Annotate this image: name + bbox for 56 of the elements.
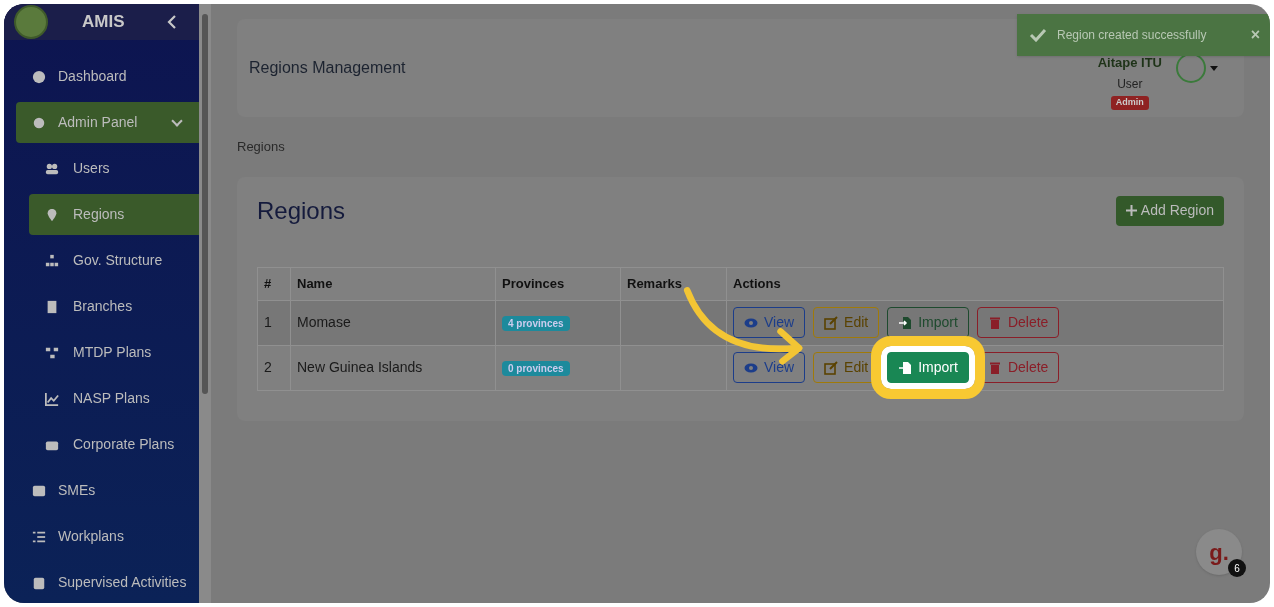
- table-cell: 1: [257, 300, 291, 345]
- role-badge: Admin: [1110, 96, 1149, 110]
- trash-icon: [987, 360, 1002, 375]
- sidebar-item[interactable]: Branches: [29, 286, 199, 327]
- table-cell: 2: [257, 345, 291, 390]
- view-button[interactable]: View: [733, 352, 806, 383]
- column-header: Actions: [726, 267, 1224, 300]
- caret-icon[interactable]: [1210, 65, 1218, 71]
- sidebar-item[interactable]: Admin Panel: [16, 102, 199, 143]
- card-title: Regions: [257, 195, 346, 226]
- page-title: Regions Management: [249, 58, 406, 78]
- sidebar-item[interactable]: Supervised Activities: [16, 562, 199, 603]
- toast-message: Region created successfully: [1057, 27, 1207, 44]
- list-icon: [32, 529, 46, 544]
- diagram-icon: [45, 345, 59, 360]
- view-button[interactable]: View: [733, 307, 806, 338]
- user-name: Aitape ITU: [1097, 53, 1162, 72]
- pencil-icon: [824, 360, 839, 375]
- sidebar-item[interactable]: SMEs: [16, 470, 199, 511]
- sidebar-item[interactable]: Regions: [29, 194, 199, 235]
- sidebar-item[interactable]: Users: [29, 148, 199, 189]
- brand-name: AMIS: [82, 11, 125, 34]
- chart-icon: [45, 391, 59, 406]
- notification-count: 6: [1228, 559, 1246, 577]
- breadcrumb: Regions: [237, 138, 285, 156]
- file-import-icon: [898, 360, 913, 375]
- trash-icon: [987, 315, 1002, 330]
- close-button[interactable]: ×: [1250, 23, 1260, 47]
- sidebar-item[interactable]: Dashboard: [16, 56, 199, 97]
- scrollbar-thumb[interactable]: [202, 14, 208, 394]
- sidebar-item[interactable]: MTDP Plans: [29, 332, 199, 373]
- sidebar-item[interactable]: Corporate Plans: [29, 424, 199, 465]
- add-region-button[interactable]: Add Region: [1115, 195, 1224, 226]
- user-role: User: [1117, 76, 1143, 93]
- province-count-badge: 0 provinces: [502, 360, 570, 376]
- sidebar-item[interactable]: NASP Plans: [29, 378, 199, 419]
- pencil-icon: [824, 315, 839, 330]
- collapse-icon[interactable]: [167, 14, 177, 30]
- file-import-icon: [898, 315, 913, 330]
- users-icon: [45, 161, 59, 176]
- table-cell: New Guinea Islands: [290, 345, 496, 390]
- table-cell: Momase: [290, 300, 496, 345]
- province-count-badge: 4 provinces: [502, 315, 570, 331]
- help-logo: g.: [1209, 538, 1229, 567]
- logo-icon: [14, 5, 48, 39]
- checkmark-icon: [1029, 28, 1047, 42]
- column-header: Remarks: [620, 267, 727, 300]
- scrollbar[interactable]: [199, 4, 211, 603]
- plus-icon: [1125, 205, 1137, 216]
- pin-icon: [45, 207, 59, 222]
- column-header: #: [257, 267, 291, 300]
- column-header: Provinces: [495, 267, 621, 300]
- sidebar-item[interactable]: Workplans: [16, 516, 199, 557]
- sidebar-item[interactable]: Gov. Structure: [29, 240, 199, 281]
- column-header: Name: [290, 267, 496, 300]
- sitemap-icon: [45, 253, 59, 268]
